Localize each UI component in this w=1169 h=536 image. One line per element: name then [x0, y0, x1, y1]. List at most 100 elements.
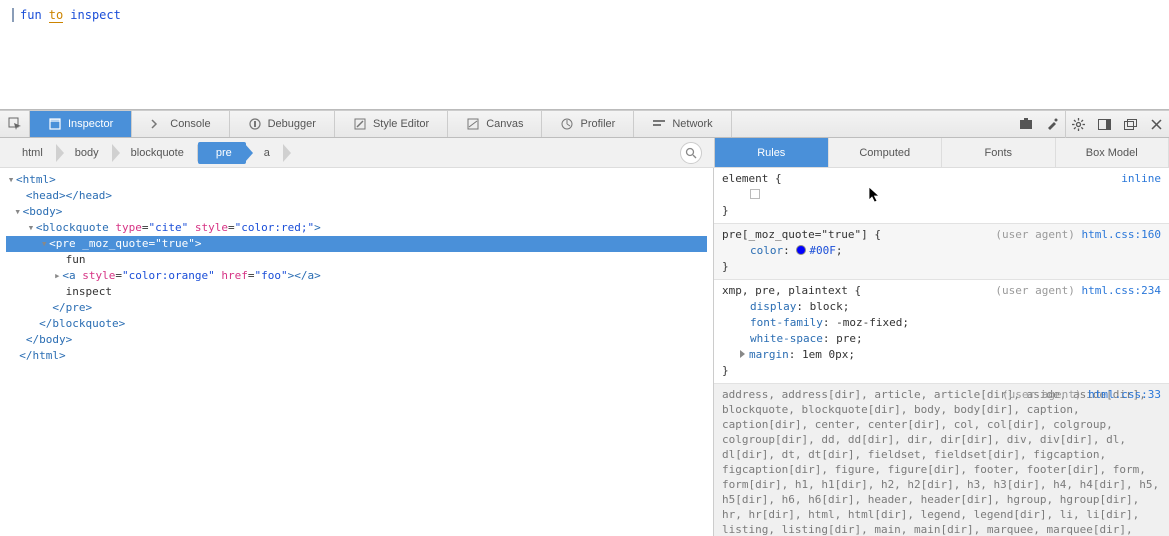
side-tab-fonts[interactable]: Fonts [942, 138, 1056, 167]
property-name[interactable]: margin [749, 348, 789, 361]
markup-node[interactable]: <body> [23, 205, 63, 218]
console-icon [150, 117, 164, 131]
markup-selected-row[interactable]: ▾<pre _moz_quote="true"> [6, 236, 707, 252]
devtools-body: ▾<html> <head></head> ▾<body> ▾<blockquo… [0, 168, 1169, 536]
rule-pre-mozquote: (user agent) html.css:160 pre[_moz_quote… [714, 224, 1169, 280]
markup-text[interactable]: inspect [66, 285, 112, 298]
search-elements-button[interactable] [680, 142, 702, 164]
rule-selector[interactable]: element { [722, 171, 1161, 187]
attr-value[interactable]: "cite" [148, 221, 188, 234]
attr-name[interactable]: type [115, 221, 142, 234]
devtools-toolbar: Inspector Console Debugger Style Editor … [0, 110, 1169, 138]
property-name[interactable]: white-space [750, 332, 823, 345]
property-checkbox[interactable] [750, 189, 760, 199]
style-editor-icon [353, 117, 367, 131]
property-name[interactable]: font-family [750, 316, 823, 329]
twisty-icon[interactable]: ▾ [13, 204, 23, 220]
color-swatch-icon[interactable] [796, 245, 806, 255]
twisty-icon[interactable]: ▸ [52, 268, 62, 284]
tab-label: Console [170, 118, 210, 130]
screenshot-icon[interactable] [1013, 110, 1039, 138]
markup-node[interactable]: <blockquote [36, 221, 115, 234]
rule-close: } [722, 203, 1161, 219]
crumb-html[interactable]: html [12, 142, 57, 164]
markup-node[interactable]: </html> [19, 349, 65, 362]
tab-label: Network [672, 118, 712, 130]
tab-label: Canvas [486, 118, 523, 130]
markup-node[interactable]: <a [62, 269, 82, 282]
tab-debugger[interactable]: Debugger [230, 111, 335, 137]
property-value[interactable]: #00F [809, 244, 836, 257]
attr-value[interactable]: "color:red;" [235, 221, 314, 234]
tab-label: Inspector [68, 118, 113, 130]
rule-source-link[interactable]: inline [1121, 172, 1161, 185]
tab-label: Debugger [268, 118, 316, 130]
user-agent-label: (user agent) [995, 284, 1074, 297]
attr-value[interactable]: "foo" [254, 269, 287, 282]
markup-node[interactable]: </pre> [52, 301, 92, 314]
markup-node: ></a> [288, 269, 321, 282]
attr-value[interactable]: "true" [155, 237, 195, 250]
property-name[interactable]: color [750, 244, 783, 257]
canvas-icon [466, 117, 480, 131]
rules-panel[interactable]: inline element { } (user agent) html.css… [714, 168, 1169, 536]
crumb-a[interactable]: a [246, 142, 284, 164]
attr-value[interactable]: "color:orange" [122, 269, 215, 282]
rule-source-link[interactable]: html.css:160 [1082, 228, 1161, 241]
tab-label: Profiler [580, 118, 615, 130]
property-value[interactable]: pre [836, 332, 856, 345]
rule-selector-list[interactable]: address, address[dir], article, article[… [722, 387, 1161, 536]
rule-element-inline: inline element { } [714, 168, 1169, 224]
tab-console[interactable]: Console [132, 111, 229, 137]
rule-xmp-pre-plaintext: (user agent) html.css:234 xmp, pre, plai… [714, 280, 1169, 384]
expand-shorthand-icon[interactable] [740, 350, 745, 358]
tab-profiler[interactable]: Profiler [542, 111, 634, 137]
tab-network[interactable]: Network [634, 111, 731, 137]
user-agent-label: (user agent) [995, 228, 1074, 241]
property-name[interactable]: display [750, 300, 796, 313]
page-link-to[interactable]: to [49, 8, 63, 23]
attr-name[interactable]: href [221, 269, 248, 282]
close-devtools-icon[interactable] [1143, 110, 1169, 138]
side-tab-rules[interactable]: Rules [715, 138, 829, 167]
crumb-body[interactable]: body [57, 142, 113, 164]
markup-node[interactable]: <head></head> [26, 189, 112, 202]
inspector-subrow: html body blockquote pre a Rules Compute… [0, 138, 1169, 168]
tab-inspector[interactable]: Inspector [30, 111, 132, 137]
attr-name[interactable]: style [195, 221, 228, 234]
breadcrumb: html body blockquote pre a [0, 138, 714, 167]
settings-gear-icon[interactable] [1065, 110, 1091, 138]
property-value[interactable]: 1em 0px [802, 348, 848, 361]
eyedropper-icon[interactable] [1039, 110, 1065, 138]
markup-node[interactable]: </blockquote> [39, 317, 125, 330]
crumb-blockquote[interactable]: blockquote [113, 142, 198, 164]
dock-side-icon[interactable] [1091, 110, 1117, 138]
markup-node[interactable]: <html> [16, 173, 56, 186]
markup-text[interactable]: fun [66, 253, 86, 266]
debugger-icon [248, 117, 262, 131]
rule-source-link[interactable]: html.css:33 [1088, 388, 1161, 401]
markup-node: > [195, 237, 202, 250]
side-tab-computed[interactable]: Computed [829, 138, 943, 167]
attr-name[interactable]: _moz_quote [82, 237, 148, 250]
markup-node[interactable]: </body> [26, 333, 72, 346]
user-agent-label: (user agent) [1002, 388, 1081, 401]
twisty-icon[interactable]: ▾ [26, 220, 36, 236]
rules-tabs: Rules Computed Fonts Box Model [714, 138, 1169, 167]
markup-view[interactable]: ▾<html> <head></head> ▾<body> ▾<blockquo… [0, 168, 714, 536]
rule-close: } [722, 259, 1161, 275]
tab-style-editor[interactable]: Style Editor [335, 111, 448, 137]
attr-name[interactable]: style [82, 269, 115, 282]
property-value[interactable]: -moz-fixed [836, 316, 902, 329]
property-value[interactable]: block [810, 300, 843, 313]
inspector-icon [48, 117, 62, 131]
twisty-icon[interactable]: ▾ [6, 172, 16, 188]
markup-node: <pre [49, 237, 82, 250]
twisty-icon[interactable]: ▾ [39, 236, 49, 252]
tab-canvas[interactable]: Canvas [448, 111, 542, 137]
crumb-pre[interactable]: pre [198, 142, 246, 164]
pick-element-icon[interactable] [0, 111, 30, 137]
side-tab-boxmodel[interactable]: Box Model [1056, 138, 1169, 167]
rule-source-link[interactable]: html.css:234 [1082, 284, 1161, 297]
undock-icon[interactable] [1117, 110, 1143, 138]
